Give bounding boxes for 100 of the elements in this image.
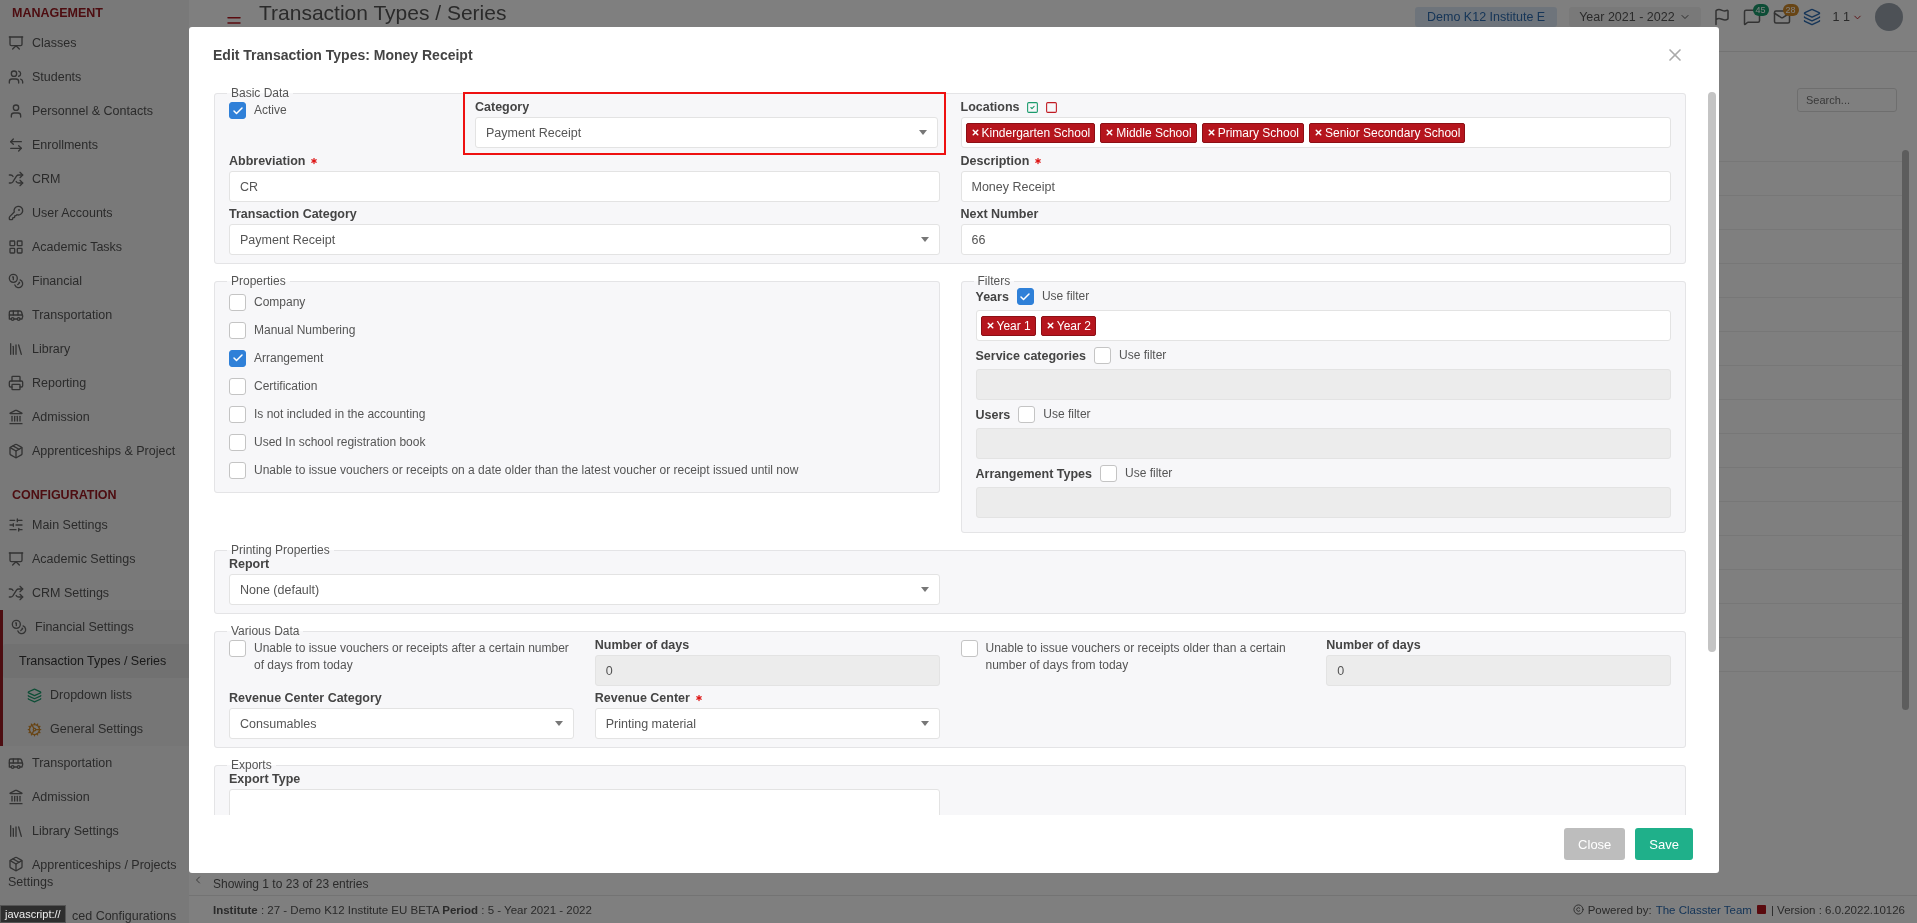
tag[interactable]: Kindergarten School (965, 122, 1096, 143)
sidebar-item[interactable]: CRM Settings (0, 576, 189, 610)
sidebar-item[interactable]: Financial (0, 264, 189, 298)
remove-icon[interactable] (1206, 128, 1216, 137)
scrollbar[interactable] (1708, 92, 1716, 652)
panel-legend: Exports (227, 758, 276, 772)
remove-icon[interactable] (1105, 128, 1115, 137)
description-field[interactable]: Money Receipt (960, 171, 1671, 202)
sidebar-item[interactable]: General Settings (3, 712, 189, 746)
remove-icon[interactable] (985, 321, 995, 330)
required-icon (693, 693, 704, 703)
revenue-center-select[interactable]: Printing material (594, 708, 940, 739)
powered-by: Powered by: (1587, 903, 1652, 916)
bus-icon (8, 755, 24, 771)
sidebar-item[interactable]: Library (0, 332, 189, 366)
sidebar-item[interactable]: Transportation (0, 746, 189, 780)
checkbox[interactable] (229, 102, 246, 119)
report-select[interactable]: None (default) (229, 574, 940, 605)
days-field[interactable]: 0 (1326, 655, 1671, 686)
sidebar-item[interactable]: User Accounts (0, 196, 189, 230)
transaction-category-select[interactable]: Payment Receipt (229, 224, 940, 255)
category-select[interactable]: Payment Receipt (475, 117, 938, 148)
tag[interactable]: Middle School (1100, 122, 1197, 143)
checkbox[interactable] (229, 293, 246, 311)
section-heading: CONFIGURATION (11, 487, 118, 504)
checkbox[interactable] (1016, 288, 1034, 305)
checkbox[interactable] (229, 640, 246, 657)
checkbox[interactable] (229, 405, 246, 423)
tag-field[interactable]: Year 1 Year 2 (975, 310, 1671, 341)
days-field[interactable]: 0 (594, 655, 940, 686)
panel-legend: Filters (973, 274, 1015, 288)
checkbox[interactable] (229, 377, 246, 395)
books-icon (8, 341, 24, 357)
shuffle-icon (8, 171, 24, 187)
tag[interactable]: Year 1 (980, 315, 1036, 336)
coins-icon (8, 273, 24, 289)
sidebar-item[interactable]: Admission (0, 400, 189, 434)
caret-icon (920, 237, 929, 242)
save-button[interactable]: Save (1635, 828, 1693, 860)
flag-icon[interactable] (1712, 8, 1731, 26)
team-link[interactable]: The Classter Team (1655, 903, 1752, 916)
field-label: Service categories (975, 348, 1086, 363)
user-menu[interactable]: 1 1 (1832, 10, 1863, 24)
remove-icon[interactable] (1314, 128, 1323, 137)
avatar[interactable] (1875, 3, 1903, 31)
next-number-field[interactable]: 66 (960, 224, 1671, 255)
checkbox[interactable] (229, 433, 246, 451)
institute-info: Institute : 27 - Demo K12 Institute EU BETA Period : 5 - Year 2021 - 2022 (213, 903, 592, 916)
sidebar-item[interactable]: Academic Settings (0, 542, 189, 576)
sidebar-item[interactable]: Academic Tasks (0, 230, 189, 264)
tag-field[interactable]: Kindergarten School Middle School Primary School Senior Secondary School (960, 117, 1671, 148)
select-all-icon[interactable] (1025, 100, 1039, 114)
sidebar-item[interactable]: Apprenticeships & Project (0, 434, 189, 468)
sidebar-item[interactable]: Library Settings (0, 814, 189, 848)
arrows-icon (8, 137, 24, 153)
field-label: Revenue Center (594, 691, 940, 705)
scrollbar[interactable] (1902, 150, 1909, 710)
tag[interactable]: Primary School (1201, 122, 1304, 143)
sidebar-item[interactable]: Financial Settings (3, 610, 189, 644)
search-field[interactable]: Search... (1797, 88, 1897, 112)
field-label: Revenue Center Category (229, 691, 383, 705)
sidebar-item[interactable]: CRM (0, 162, 189, 196)
checkbox[interactable] (229, 461, 246, 479)
sidebar-item[interactable]: Enrollments (0, 128, 189, 162)
checkbox-label: Unable to issue vouchers or receipts after a certain number of days from today (254, 640, 570, 674)
sidebar-item[interactable]: Transaction Types / Series (3, 644, 189, 678)
revenue-category-select[interactable]: Consumables (229, 708, 574, 739)
sidebar-item[interactable]: Transportation (0, 298, 189, 332)
sidebar-item[interactable]: Apprenticeships / Projects Settings (0, 848, 189, 899)
remove-icon[interactable] (970, 128, 980, 137)
sidebar-item[interactable]: Students (0, 60, 189, 94)
checkbox[interactable] (229, 321, 246, 339)
checkbox-label: Manual Numbering (254, 321, 356, 339)
sidebar-item[interactable]: Admission (0, 780, 189, 814)
checkbox[interactable] (229, 349, 246, 367)
check-icon (231, 352, 244, 364)
checkbox-label: Unable to issue vouchers or receipts older than a certain number of days from today (985, 640, 1287, 674)
sidebar-item[interactable]: Classes (0, 26, 189, 60)
checkbox[interactable] (960, 640, 978, 657)
year-dropdown[interactable]: Year 2021 - 2022 (1569, 7, 1701, 27)
institute-button[interactable]: Demo K12 Institute E (1415, 7, 1558, 27)
sidebar-item[interactable]: Main Settings (0, 508, 189, 542)
books-icon (8, 823, 24, 839)
sidebar-item[interactable]: Personnel & Contacts (0, 94, 189, 128)
tag[interactable]: Year 2 (1040, 315, 1097, 336)
grid-icon (8, 239, 24, 255)
abbreviation-field[interactable]: CR (229, 171, 940, 202)
export-type-field[interactable] (229, 789, 940, 815)
caret-icon (920, 721, 929, 726)
count-badge: 45 (1752, 4, 1769, 16)
coins-icon (11, 619, 27, 635)
layers-icon[interactable] (1802, 8, 1821, 26)
tag[interactable]: Senior Secondary School (1309, 122, 1466, 143)
page-title: Transaction Types / Series (259, 0, 507, 26)
sidebar-item[interactable]: Dropdown lists (3, 678, 189, 712)
remove-icon[interactable] (1045, 321, 1055, 330)
close-button[interactable]: Close (1564, 828, 1626, 860)
sidebar-item[interactable]: Reporting (0, 366, 189, 400)
clear-icon[interactable] (1044, 100, 1058, 114)
field-label: Next Number (960, 207, 1040, 221)
